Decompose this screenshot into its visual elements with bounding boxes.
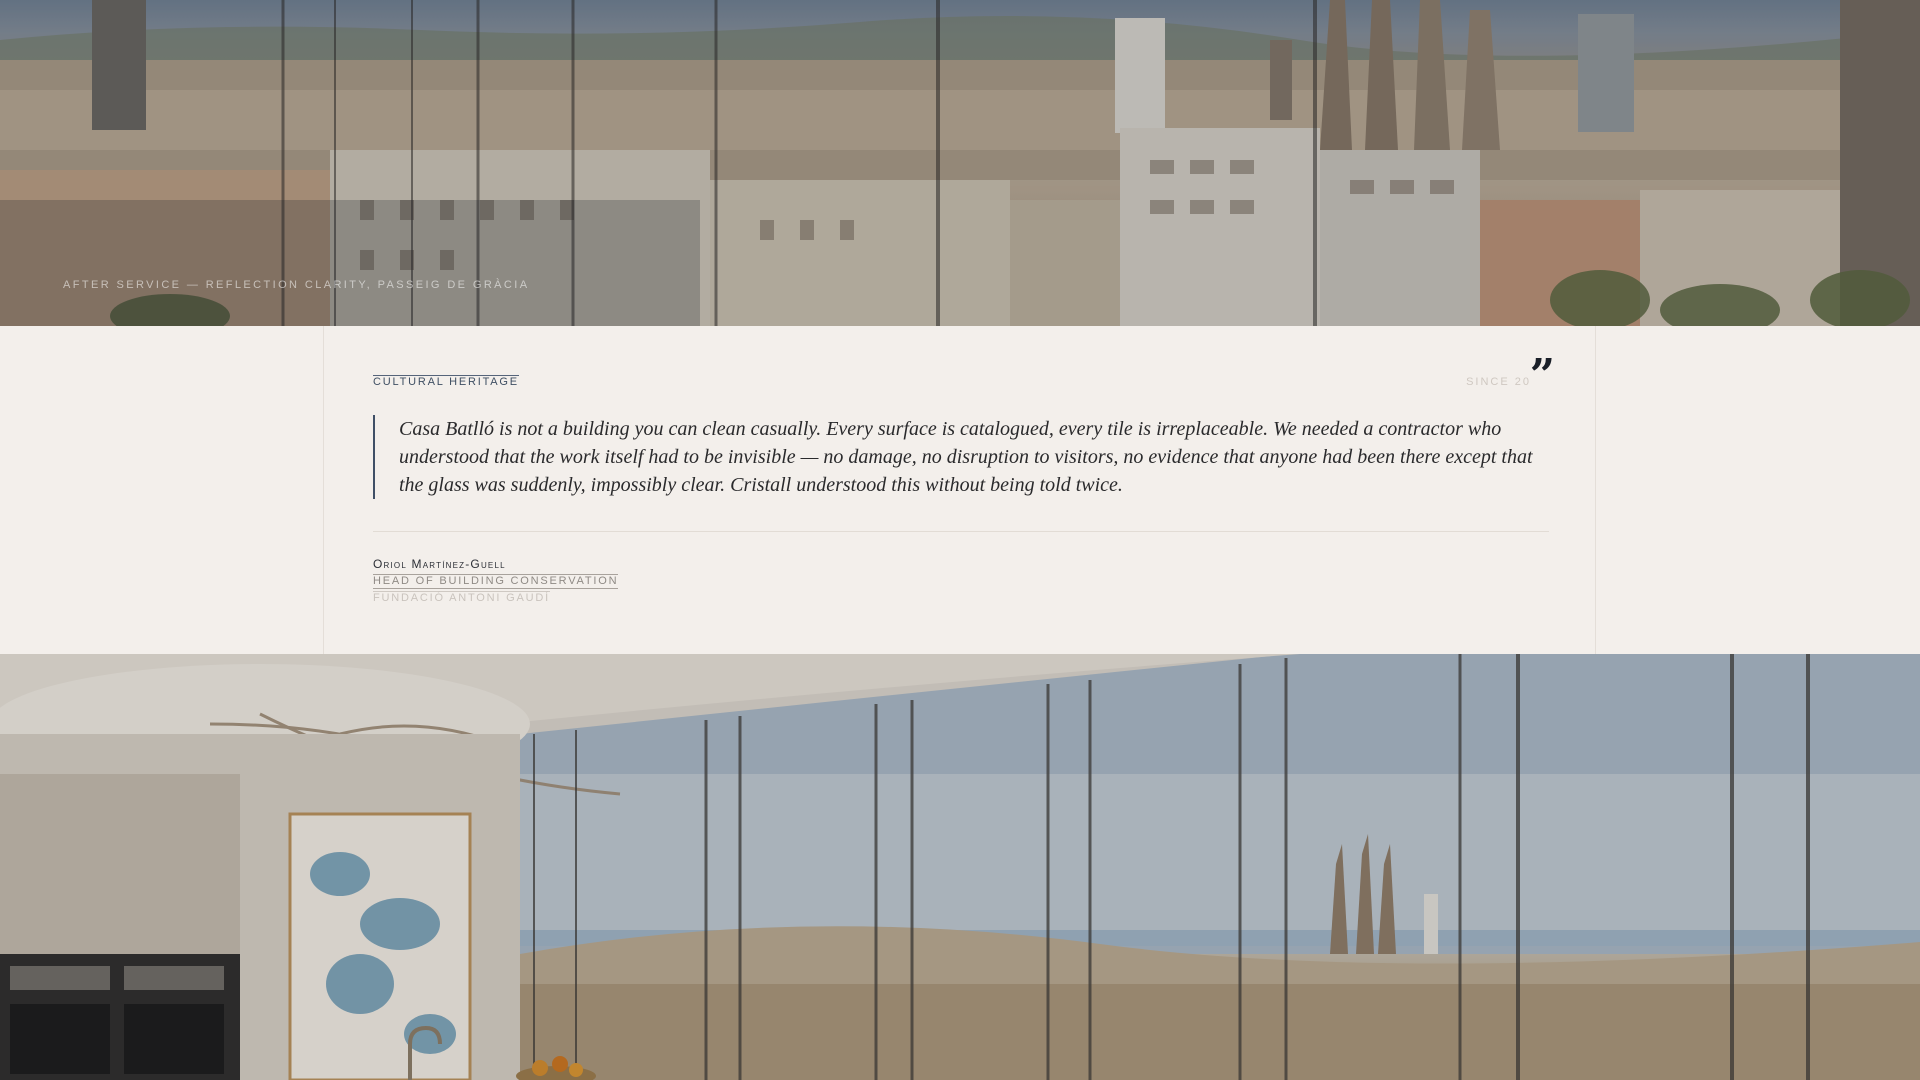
author-name: Oriol Martínez-Guell [373, 557, 506, 571]
hero-caption: After service — reflection clarity, Pass… [63, 279, 530, 291]
quote-text: Casa Batlló is not a building you can cl… [399, 418, 1533, 496]
quote-mark-icon: ” [1529, 350, 1555, 401]
testimonial-card: Cultural Heritage Since 20 ” Casa Batlló… [323, 326, 1596, 654]
category-label: Cultural Heritage [373, 375, 519, 388]
penthouse-view-illustration [0, 654, 1920, 1080]
since-label: Since 20 [1466, 376, 1531, 388]
author-role: Head of Building Conservation [373, 574, 619, 589]
hero-image-bottom [0, 654, 1920, 1080]
divider [373, 531, 1549, 532]
testimonial-section: Cultural Heritage Since 20 ” Casa Batlló… [0, 326, 1920, 654]
hero-image-top: After service — reflection clarity, Pass… [0, 0, 1920, 326]
city-skyline-illustration [0, 0, 1920, 326]
author-organization: Fundació Antoni Gaudí [373, 591, 550, 604]
testimonial-quote: Casa Batlló is not a building you can cl… [373, 415, 1553, 499]
